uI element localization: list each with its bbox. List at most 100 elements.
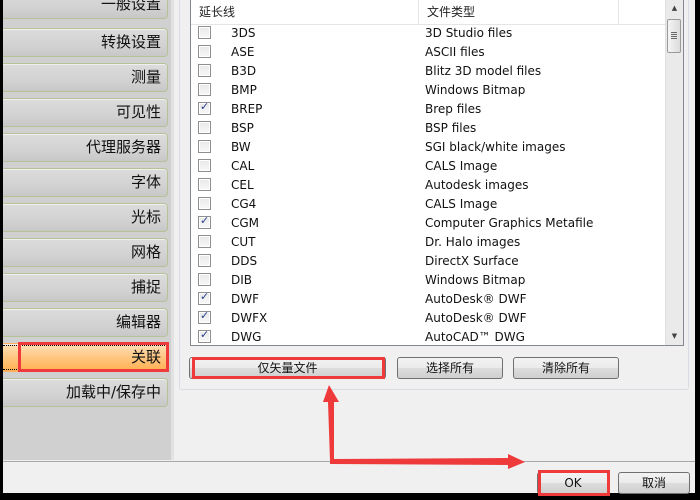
sidebar-item[interactable]: 加载中/保存中: [3, 378, 168, 407]
vertical-scrollbar[interactable]: ▲ ▼: [665, 0, 683, 345]
association-checkbox[interactable]: [198, 178, 211, 191]
file-type-cell: Dr. Halo images: [425, 235, 521, 249]
association-checkbox[interactable]: [198, 121, 211, 134]
sidebar-item[interactable]: 编辑器: [3, 308, 168, 337]
table-row[interactable]: DIB Windows Bitmap: [191, 271, 667, 290]
sidebar-item-label: 测量: [130, 68, 161, 86]
sidebar-item-label: 代理服务器: [85, 138, 161, 156]
arrow-up-icon: [323, 385, 339, 461]
file-type-cell: Brep files: [425, 102, 482, 116]
table-row[interactable]: BW SGI black/white images: [191, 138, 667, 157]
extension-cell: BW: [231, 140, 251, 154]
association-checkbox[interactable]: [198, 290, 211, 305]
association-checkbox[interactable]: [198, 64, 211, 77]
list-rows: 3DS 3D Studio files ASE ASCII files B3D Blitz…: [191, 24, 667, 347]
extension-cell: ASE: [231, 45, 255, 59]
sidebar-item[interactable]: 可见性: [3, 98, 168, 127]
extension-cell: CAL: [231, 159, 255, 173]
settings-sidebar: 一般设置 转换设置 测量 可见性 代理服务器 字体 光标 网格 捕捉 编辑器 关联 加载中/保存中: [3, 0, 174, 460]
association-checkbox[interactable]: [198, 235, 211, 248]
file-type-cell: Computer Graphics Metafile: [425, 216, 594, 230]
extension-cell: BREP: [231, 102, 263, 116]
list-header: 延长线 文件类型: [191, 0, 667, 25]
highlight-ok-button: [538, 470, 610, 496]
association-checkbox[interactable]: [198, 214, 211, 229]
file-type-cell: CALS Image: [425, 197, 498, 211]
table-row[interactable]: ASE ASCII files: [191, 43, 667, 62]
table-row[interactable]: CAL CALS Image: [191, 157, 667, 176]
association-checkbox[interactable]: [198, 197, 211, 210]
table-row[interactable]: DWG AutoCAD™ DWG: [191, 328, 667, 347]
table-row[interactable]: BREP Brep files: [191, 100, 667, 119]
cancel-button[interactable]: 取消: [618, 472, 690, 494]
clear-all-button[interactable]: 清除所有: [513, 357, 619, 379]
sidebar-item[interactable]: 一般设置: [3, 0, 168, 19]
association-checkbox[interactable]: [198, 83, 211, 96]
file-association-list: 延长线 文件类型 3DS 3D Studio files ASE ASCII file…: [190, 0, 684, 346]
sidebar-item-label: 光标: [130, 208, 161, 226]
table-row[interactable]: BSP BSP files: [191, 119, 667, 138]
association-checkbox[interactable]: [198, 254, 211, 267]
table-row[interactable]: CUT Dr. Halo images: [191, 233, 667, 252]
association-checkbox[interactable]: [198, 159, 211, 172]
association-checkbox[interactable]: [198, 309, 211, 324]
extension-cell: BSP: [231, 121, 254, 135]
highlight-vector-only-button: [192, 357, 385, 379]
table-row[interactable]: BMP Windows Bitmap: [191, 81, 667, 100]
table-row[interactable]: DWF AutoDesk® DWF: [191, 290, 667, 309]
table-row[interactable]: CGM Computer Graphics Metafile: [191, 214, 667, 233]
sidebar-item[interactable]: 捕捉: [3, 273, 168, 302]
table-row[interactable]: DWFX AutoDesk® DWF: [191, 309, 667, 328]
select-all-button[interactable]: 选择所有: [397, 357, 503, 379]
column-header-extension[interactable]: 延长线: [191, 0, 419, 24]
sidebar-item[interactable]: 转换设置: [3, 28, 168, 57]
extension-cell: CUT: [231, 235, 256, 249]
association-checkbox[interactable]: [198, 45, 211, 58]
sidebar-item-label: 字体: [130, 173, 161, 191]
file-type-cell: AutoCAD™ DWG: [425, 330, 525, 344]
association-checkbox[interactable]: [198, 100, 211, 115]
extension-cell: DDS: [231, 254, 258, 268]
table-row[interactable]: CEL Autodesk images: [191, 176, 667, 195]
sidebar-item[interactable]: 字体: [3, 168, 168, 197]
extension-cell: CG4: [231, 197, 257, 211]
grip-icon: [671, 32, 677, 40]
scroll-up-arrow-icon[interactable]: ▲: [666, 0, 683, 17]
extension-cell: CEL: [231, 178, 254, 192]
file-type-cell: Blitz 3D model files: [425, 64, 542, 78]
preferences-dialog: 一般设置 转换设置 测量 可见性 代理服务器 字体 光标 网格 捕捉 编辑器 关联 加载中/保存中 延…: [3, 0, 695, 496]
table-row[interactable]: B3D Blitz 3D model files: [191, 62, 667, 81]
sidebar-item[interactable]: 测量: [3, 63, 168, 92]
scroll-down-arrow-icon[interactable]: ▼: [666, 328, 683, 345]
file-type-cell: BSP files: [425, 121, 477, 135]
extension-cell: BMP: [231, 83, 257, 97]
file-type-cell: CALS Image: [425, 159, 498, 173]
extension-cell: DWFX: [231, 311, 268, 325]
sidebar-item-label: 一般设置: [100, 0, 161, 13]
table-row[interactable]: 3DS 3D Studio files: [191, 24, 667, 43]
sidebar-item[interactable]: 光标: [3, 203, 168, 232]
file-type-cell: Autodesk images: [425, 178, 529, 192]
highlight-associations-tab: [18, 342, 169, 372]
extension-cell: DIB: [231, 273, 253, 287]
table-row[interactable]: DDS DirectX Surface: [191, 252, 667, 271]
association-checkbox[interactable]: [198, 273, 211, 286]
column-header-file-type[interactable]: 文件类型: [419, 0, 619, 24]
divider: [3, 461, 695, 462]
scrollbar-thumb[interactable]: [667, 19, 681, 53]
table-row[interactable]: CG4 CALS Image: [191, 195, 667, 214]
file-type-cell: SGI black/white images: [425, 140, 566, 154]
extension-cell: B3D: [231, 64, 257, 78]
association-checkbox[interactable]: [198, 328, 211, 343]
sidebar-item-label: 加载中/保存中: [65, 383, 161, 401]
sidebar-item-label: 编辑器: [115, 313, 161, 331]
sidebar-item-label: 可见性: [115, 103, 161, 121]
file-type-cell: ASCII files: [425, 45, 485, 59]
sidebar-item[interactable]: 网格: [3, 238, 168, 267]
association-checkbox[interactable]: [198, 26, 211, 39]
sidebar-item[interactable]: 代理服务器: [3, 133, 168, 162]
association-checkbox[interactable]: [198, 140, 211, 153]
sidebar-item-label: 转换设置: [100, 33, 161, 51]
file-type-cell: AutoDesk® DWF: [425, 292, 527, 306]
file-type-cell: 3D Studio files: [425, 26, 513, 40]
